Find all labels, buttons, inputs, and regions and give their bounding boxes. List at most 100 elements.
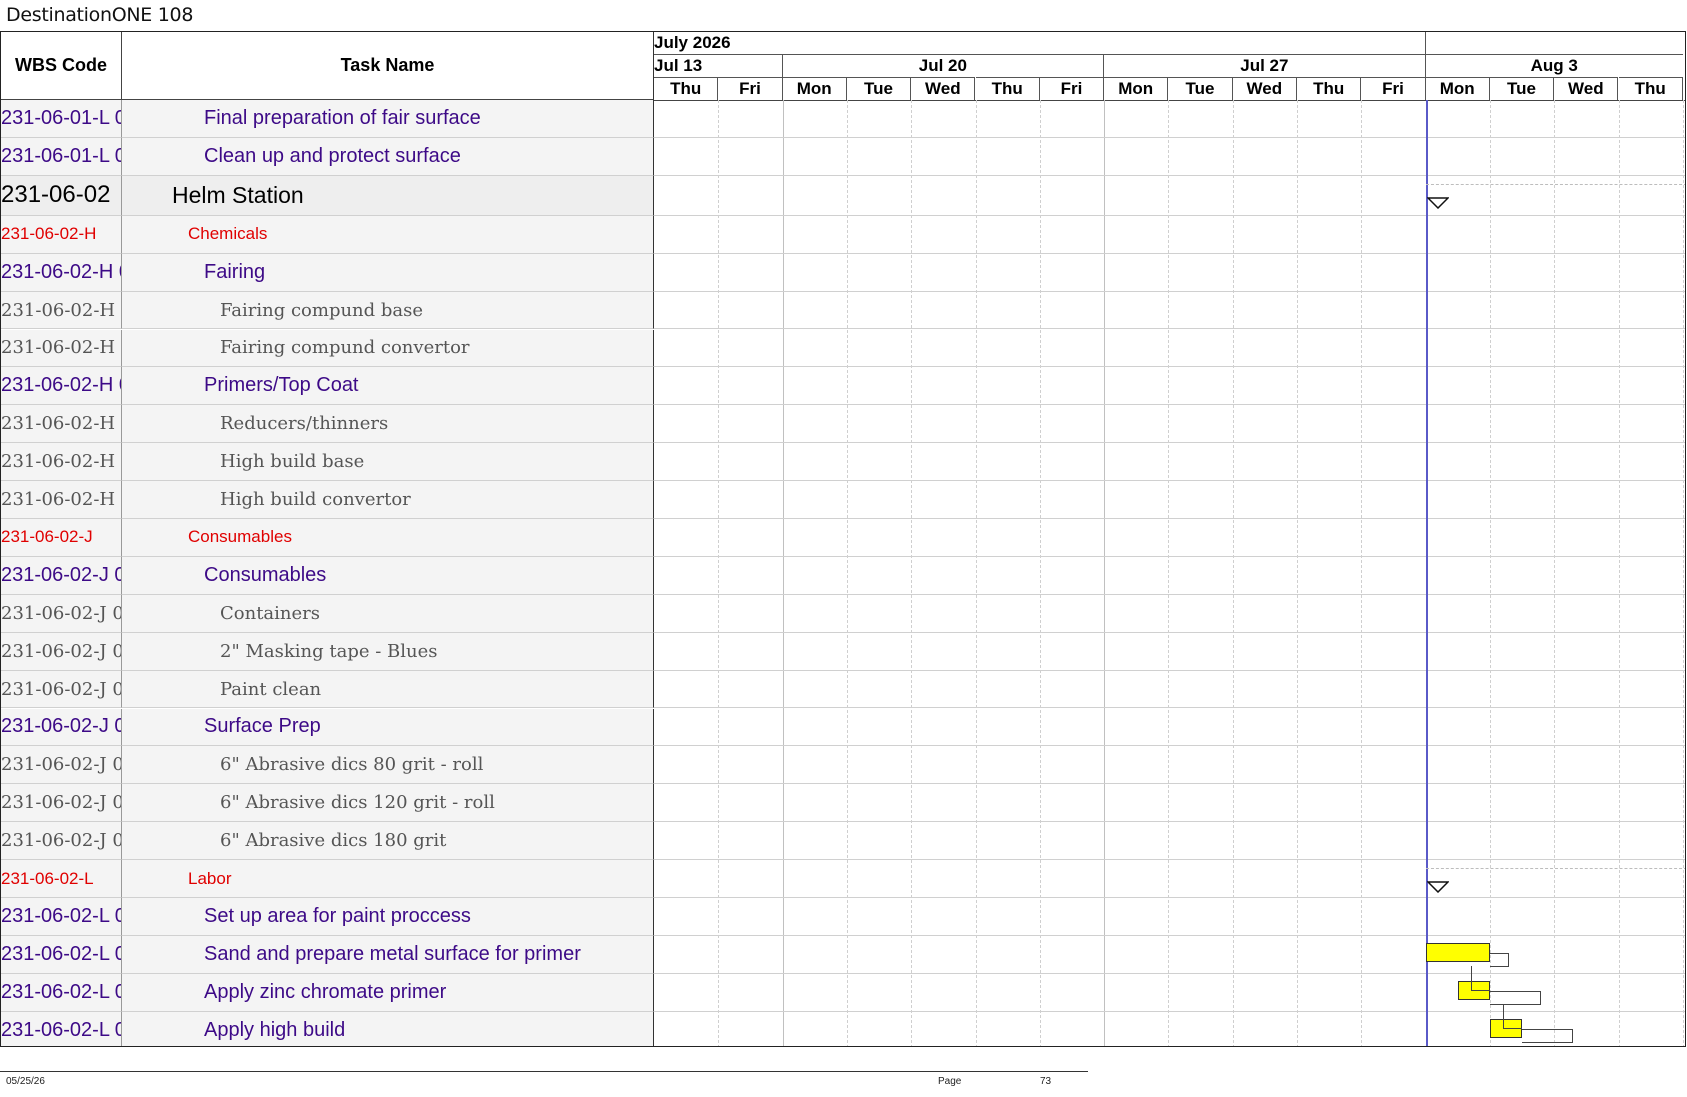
- table-row[interactable]: 231-06-02-J 01 2" Masking tape - Blues: [1, 632, 1685, 671]
- task-name-cell[interactable]: Consumables: [122, 556, 654, 595]
- table-row[interactable]: 231-06-02-H 0 Fairing: [1, 253, 1685, 292]
- gantt-row-area[interactable]: [654, 936, 1685, 974]
- wbs-code-cell[interactable]: 231-06-01-L 0: [1, 137, 122, 176]
- wbs-code-cell[interactable]: 231-06-02-L 0: [1, 935, 122, 974]
- gantt-row-area[interactable]: [654, 216, 1685, 254]
- wbs-code-cell[interactable]: 231-06-02-J 02: [1, 822, 122, 861]
- table-row[interactable]: 231-06-02-H Chemicals: [1, 215, 1685, 254]
- table-row[interactable]: 231-06-02-L 0 Apply zinc chromate primer: [1, 973, 1685, 1012]
- task-name-cell[interactable]: Fairing compund base: [122, 291, 654, 330]
- wbs-code-cell[interactable]: 231-06-02-J 0: [1, 708, 122, 747]
- task-name-column-header[interactable]: Task Name: [122, 32, 654, 100]
- wbs-code-cell[interactable]: 231-06-02-J 02: [1, 784, 122, 823]
- summary-task-marker[interactable]: [1425, 880, 1450, 898]
- task-name-cell[interactable]: Clean up and protect surface: [122, 137, 654, 176]
- task-name-cell[interactable]: Sand and prepare metal surface for prime…: [122, 935, 654, 974]
- gantt-row-area[interactable]: [654, 519, 1685, 557]
- gantt-row-area[interactable]: [654, 176, 1685, 216]
- gantt-row-area[interactable]: [654, 746, 1685, 785]
- wbs-code-cell[interactable]: 231-06-02: [1, 175, 122, 216]
- table-row[interactable]: 231-06-02-H 01Fairing compund base: [1, 291, 1685, 330]
- gantt-row-area[interactable]: [654, 138, 1685, 176]
- wbs-code-cell[interactable]: 231-06-02-H 02: [1, 443, 122, 482]
- gantt-row-area[interactable]: [654, 822, 1685, 861]
- wbs-code-cell[interactable]: 231-06-02-H 0: [1, 253, 122, 292]
- gantt-row-area[interactable]: [654, 292, 1685, 330]
- wbs-code-cell[interactable]: 231-06-02-H 01: [1, 291, 122, 330]
- task-name-cell[interactable]: 6" Abrasive dics 120 grit - roll: [122, 784, 654, 823]
- task-name-cell[interactable]: Labor: [122, 860, 654, 898]
- table-row[interactable]: 231-06-02-H 01Fairing compund convertor: [1, 329, 1685, 368]
- gantt-row-area[interactable]: [654, 633, 1685, 671]
- task-name-cell[interactable]: Containers: [122, 594, 654, 633]
- gantt-row-area[interactable]: [654, 784, 1685, 823]
- table-row[interactable]: 231-06-02-J 01 Containers: [1, 594, 1685, 633]
- task-name-cell[interactable]: Reducers/thinners: [122, 405, 654, 444]
- gantt-row-area[interactable]: [654, 367, 1685, 406]
- task-name-cell[interactable]: Apply zinc chromate primer: [122, 973, 654, 1012]
- wbs-code-cell[interactable]: 231-06-02-H 02: [1, 481, 122, 519]
- gantt-row-area[interactable]: [654, 709, 1685, 747]
- wbs-code-cell[interactable]: 231-06-02-J: [1, 519, 122, 557]
- gantt-row-area[interactable]: [654, 100, 1685, 138]
- task-name-cell[interactable]: Fairing compund convertor: [122, 329, 654, 368]
- table-row[interactable]: 231-06-02-H 02High build base: [1, 443, 1685, 482]
- gantt-row-area[interactable]: [654, 557, 1685, 595]
- summary-task-marker[interactable]: [1425, 196, 1450, 214]
- task-name-cell[interactable]: Helm Station: [122, 175, 654, 216]
- wbs-code-cell[interactable]: 231-06-02-J 01: [1, 632, 122, 671]
- task-name-cell[interactable]: Primers/Top Coat: [122, 367, 654, 406]
- gantt-row-area[interactable]: [654, 481, 1685, 519]
- gantt-row-area[interactable]: [654, 860, 1685, 898]
- table-row[interactable]: 231-06-02-H 02Reducers/thinners: [1, 405, 1685, 444]
- gantt-row-area[interactable]: [654, 254, 1685, 292]
- gantt-row-area[interactable]: [654, 405, 1685, 444]
- task-name-cell[interactable]: Final preparation of fair surface: [122, 100, 654, 138]
- gantt-row-area[interactable]: [654, 898, 1685, 936]
- gantt-row-area[interactable]: [654, 330, 1685, 368]
- table-row[interactable]: 231-06-02-J 02 6" Abrasive dics 180 grit: [1, 822, 1685, 861]
- task-name-cell[interactable]: Apply high build: [122, 1011, 654, 1046]
- table-row[interactable]: 231-06-02-H 0 Primers/Top Coat: [1, 367, 1685, 406]
- task-name-cell[interactable]: High build base: [122, 443, 654, 482]
- table-row[interactable]: 231-06-02-J 01 Paint clean: [1, 670, 1685, 709]
- task-name-cell[interactable]: Chemicals: [122, 215, 654, 254]
- table-row[interactable]: 231-06-02-L 0 Set up area for paint procc…: [1, 898, 1685, 936]
- wbs-code-cell[interactable]: 231-06-02-J 0: [1, 556, 122, 595]
- table-row[interactable]: 231-06-02-J 0 Surface Prep: [1, 708, 1685, 747]
- table-row[interactable]: 231-06-02-H 02High build convertor: [1, 481, 1685, 519]
- gantt-row-area[interactable]: [654, 671, 1685, 709]
- task-name-cell[interactable]: Fairing: [122, 253, 654, 292]
- gantt-row-area[interactable]: [654, 443, 1685, 482]
- task-name-cell[interactable]: 6" Abrasive dics 180 grit: [122, 822, 654, 861]
- task-name-cell[interactable]: Set up area for paint proccess: [122, 898, 654, 936]
- table-row[interactable]: 231-06-02-J Consumables: [1, 519, 1685, 557]
- task-name-cell[interactable]: 2" Masking tape - Blues: [122, 632, 654, 671]
- wbs-code-column-header[interactable]: WBS Code: [1, 32, 122, 100]
- task-name-cell[interactable]: Consumables: [122, 519, 654, 557]
- wbs-code-cell[interactable]: 231-06-02-H: [1, 215, 122, 254]
- wbs-code-cell[interactable]: 231-06-02-H 01: [1, 329, 122, 368]
- wbs-code-cell[interactable]: 231-06-02-L 0: [1, 1011, 122, 1046]
- gantt-row-area[interactable]: [654, 595, 1685, 633]
- task-name-cell[interactable]: Surface Prep: [122, 708, 654, 747]
- wbs-code-cell[interactable]: 231-06-02-L 0: [1, 898, 122, 936]
- table-row[interactable]: 231-06-01-L 0 Clean up and protect surfac…: [1, 137, 1685, 176]
- table-row[interactable]: 231-06-02-L 0 Apply high build: [1, 1011, 1685, 1046]
- wbs-code-cell[interactable]: 231-06-02-L 0: [1, 973, 122, 1012]
- wbs-code-cell[interactable]: 231-06-02-H 0: [1, 367, 122, 406]
- task-name-cell[interactable]: High build convertor: [122, 481, 654, 519]
- task-name-cell[interactable]: 6" Abrasive dics 80 grit - roll: [122, 746, 654, 785]
- wbs-code-cell[interactable]: 231-06-02-L: [1, 860, 122, 898]
- task-name-cell[interactable]: Paint clean: [122, 670, 654, 709]
- table-row[interactable]: 231-06-02-J 0 Consumables: [1, 556, 1685, 595]
- task-bar[interactable]: [1425, 942, 1490, 962]
- wbs-code-cell[interactable]: 231-06-01-L 0: [1, 100, 122, 138]
- wbs-code-cell[interactable]: 231-06-02-H 02: [1, 405, 122, 444]
- table-row[interactable]: 231-06-02-J 02 6" Abrasive dics 80 grit -…: [1, 746, 1685, 785]
- wbs-code-cell[interactable]: 231-06-02-J 01: [1, 594, 122, 633]
- table-row[interactable]: 231-06-01-L 0 Final preparation of fair s…: [1, 100, 1685, 138]
- wbs-code-cell[interactable]: 231-06-02-J 02: [1, 746, 122, 785]
- wbs-code-cell[interactable]: 231-06-02-J 01: [1, 670, 122, 709]
- table-row[interactable]: 231-06-02-J 02 6" Abrasive dics 120 grit …: [1, 784, 1685, 823]
